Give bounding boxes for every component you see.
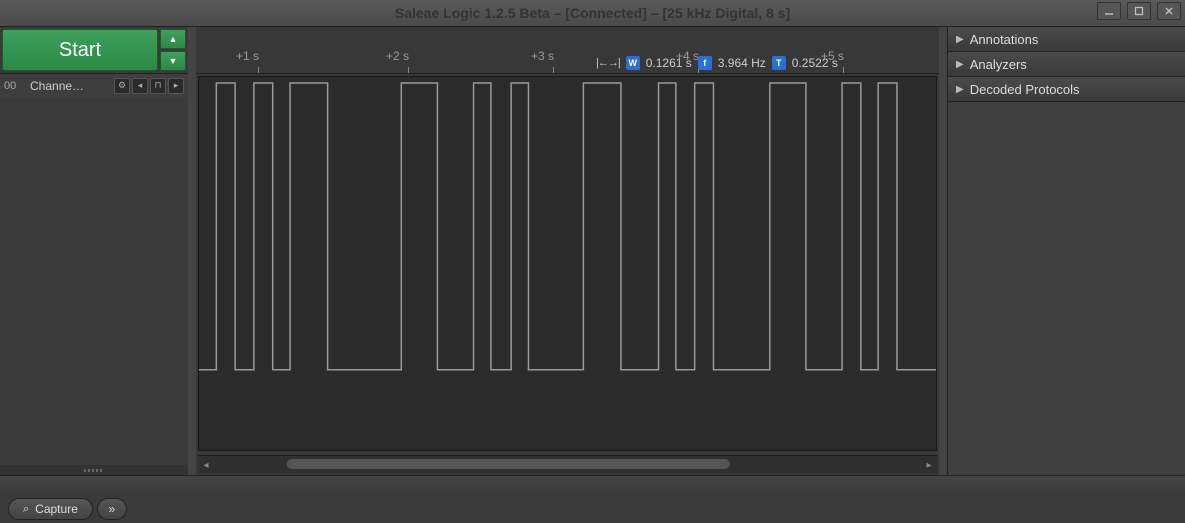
next-edge-icon: ▸ [174,80,179,91]
tab-label: Capture [35,502,78,516]
options-label: Options [1031,4,1072,18]
panel-label: Analyzers [970,57,1027,72]
width-badge-icon: W [626,56,640,70]
channel-prev-edge-button[interactable]: ◂ [132,78,148,94]
status-bar [0,475,1185,495]
freq-value: 3.964 Hz [718,56,766,70]
tab-capture[interactable]: ⌕ Capture [8,498,93,520]
measurement-readout: |←→| W 0.1261 s f 3.964 Hz T 0.2522 s [596,53,838,73]
gear-icon: ⚙ [118,80,126,91]
start-down-button[interactable]: ▼ [160,51,186,71]
vertical-splitter[interactable] [188,27,196,475]
capture-icon: ⌕ [23,503,29,516]
left-sidebar: Start ▲ ▼ 00 Channe… ⚙ ◂ ⊓ ▸ [0,27,188,475]
grip-icon [84,469,104,472]
panel-analyzers[interactable]: ▶ Analyzers [948,52,1185,77]
channel-pulse-button[interactable]: ⊓ [150,78,166,94]
prev-edge-icon: ◂ [138,80,143,91]
caret-up-icon: ▲ [169,34,178,44]
channel-row[interactable]: 00 Channe… ⚙ ◂ ⊓ ▸ [0,74,188,97]
period-badge-icon: T [772,56,786,70]
start-up-button[interactable]: ▲ [160,29,186,49]
right-sidebar: ▶ Annotations ▶ Analyzers ▶ Decoded Prot… [947,27,1185,475]
ruler-tick: +1 s [236,49,259,63]
waveform-svg [199,77,936,376]
channel-name: Channe… [30,79,110,93]
window-title: Saleae Logic 1.2.5 Beta – [Connected] – … [0,5,1185,21]
interval-icon: |←→| [596,57,620,69]
tab-more-button[interactable]: » [97,498,127,520]
channel-index: 00 [4,80,26,92]
maximize-button[interactable] [1127,2,1151,20]
panel-annotations[interactable]: ▶ Annotations [948,27,1185,52]
start-button[interactable]: Start [2,29,158,71]
ruler-tick: +2 s [386,49,409,63]
scroll-left-button[interactable]: ◂ [198,456,214,474]
vertical-splitter-right[interactable] [939,27,947,475]
pulse-icon: ⊓ [154,80,161,91]
period-value: 0.2522 s [792,56,838,70]
caret-right-icon: ▶ [956,59,964,70]
freq-badge-icon: f [698,56,712,70]
chevrons-right-icon: » [109,502,116,516]
panel-label: Annotations [970,32,1039,47]
caret-down-icon: ▼ [169,56,178,66]
channel-settings-button[interactable]: ⚙ [114,78,130,94]
close-button[interactable] [1157,2,1181,20]
scroll-right-button[interactable]: ▸ [921,456,937,474]
channel-list-empty [0,97,188,465]
chevron-down-icon: ▾ [1075,4,1081,18]
scrollbar-thumb[interactable] [287,459,730,469]
panel-decoded-protocols[interactable]: ▶ Decoded Protocols [948,77,1185,102]
tab-bar: ⌕ Capture » [0,495,1185,523]
caret-right-icon: ▶ [956,34,964,45]
ruler-tick: +3 s [531,49,554,63]
sidebar-resize-handle[interactable] [0,465,188,475]
panel-label: Decoded Protocols [970,82,1080,97]
width-value: 0.1261 s [646,56,692,70]
minimize-button[interactable] [1097,2,1121,20]
options-menu[interactable]: Options ▾ [1031,4,1081,18]
channel-next-edge-button[interactable]: ▸ [168,78,184,94]
waveform-canvas[interactable] [198,76,937,451]
waveform-pane: +1 s +2 s +3 s +4 s +5 s |←→| W 0.1261 s… [196,27,939,475]
horizontal-scrollbar[interactable]: ◂ ▸ [198,455,937,473]
title-bar: Saleae Logic 1.2.5 Beta – [Connected] – … [0,0,1185,27]
caret-right-icon: ▶ [956,84,964,95]
